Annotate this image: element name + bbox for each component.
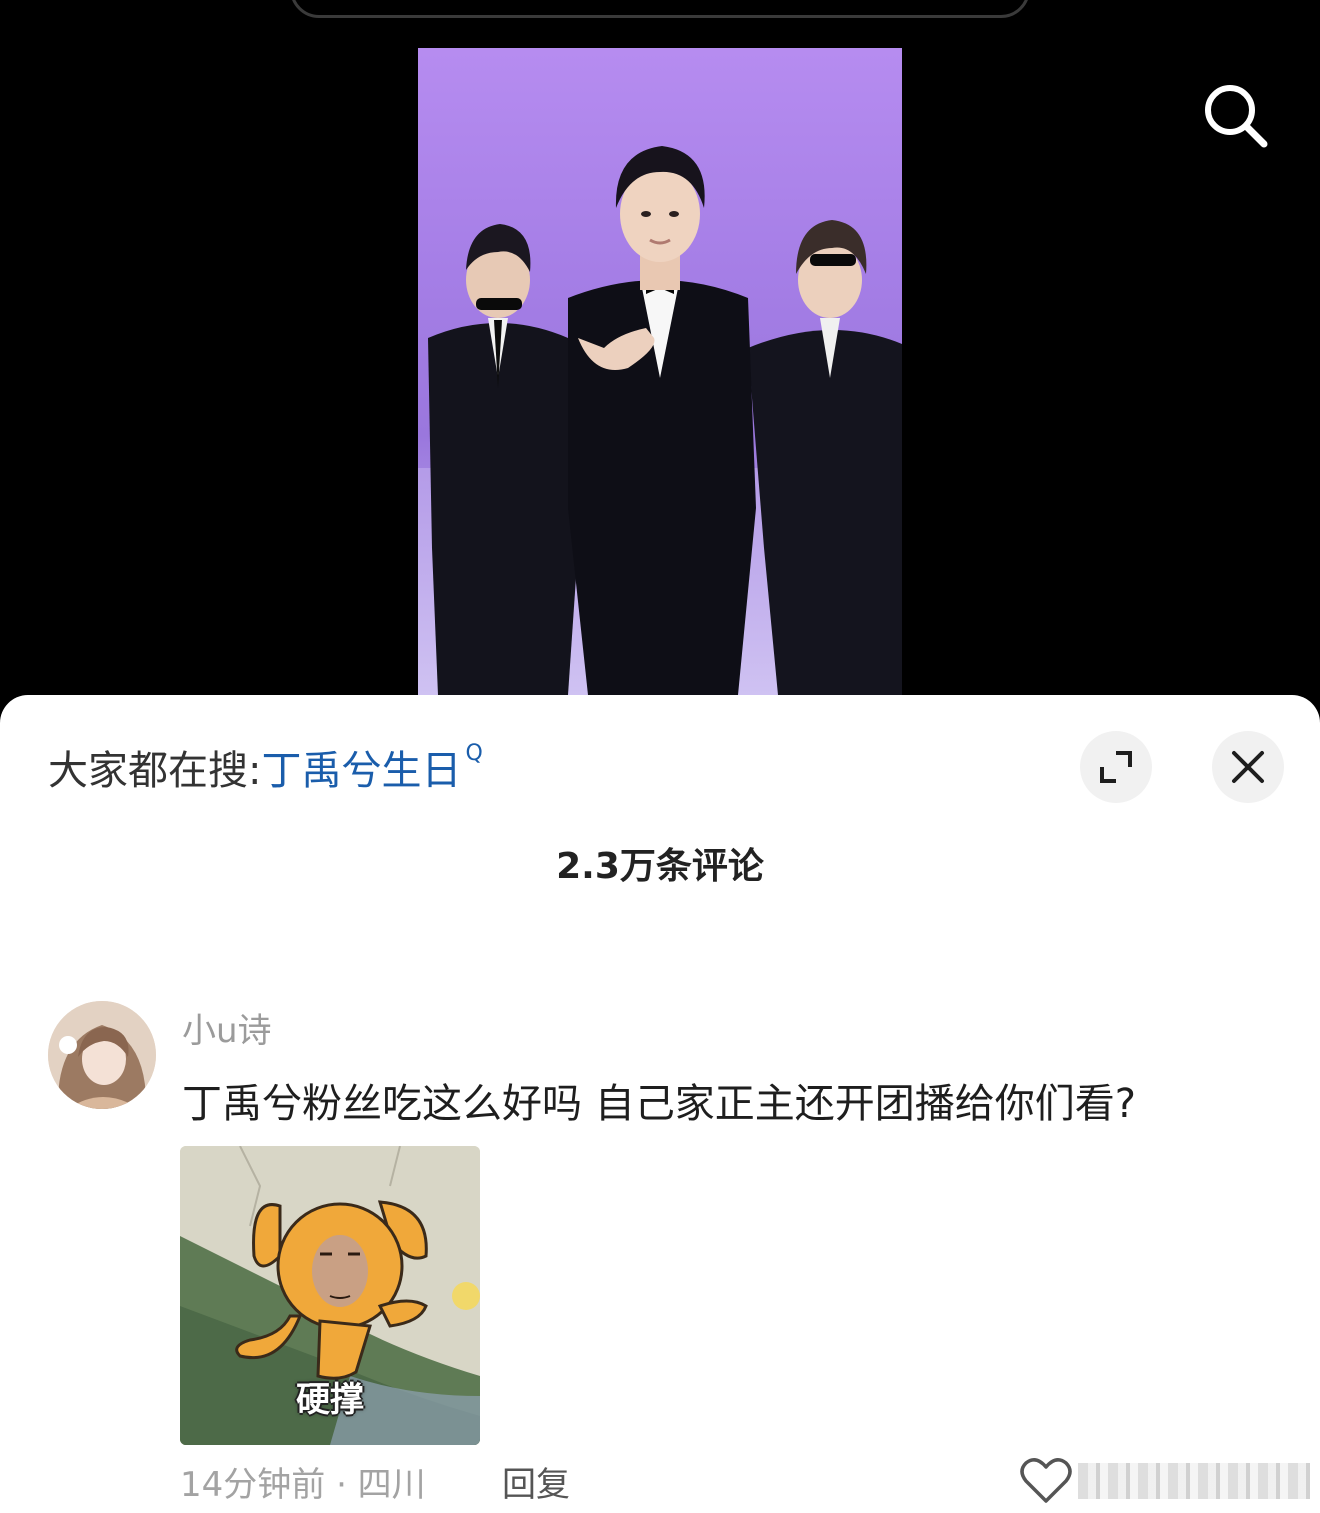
video-frame-illustration: [418, 146, 902, 695]
video-player[interactable]: [418, 48, 902, 695]
performer-center: [568, 146, 756, 695]
search-icon: [1205, 85, 1268, 148]
hot-search-banner[interactable]: 大家都在搜: 丁禹兮生日 Q: [48, 739, 483, 795]
reply-button[interactable]: 回复: [502, 1457, 570, 1506]
like-button[interactable]: [1020, 1457, 1072, 1505]
search-button[interactable]: [1196, 78, 1276, 150]
avatar[interactable]: [48, 1001, 156, 1109]
comment-time-location: 14分钟前 · 四川: [180, 1465, 426, 1505]
close-icon: [1232, 751, 1264, 783]
avatar-image: [48, 1001, 156, 1109]
heart-icon: [1020, 1458, 1072, 1503]
top-capsule-bar: [290, 0, 1030, 18]
expand-button[interactable]: [1080, 731, 1152, 803]
hot-search-term[interactable]: 丁禹兮生日: [261, 738, 461, 796]
hot-search-prefix: 大家都在搜:: [48, 748, 262, 794]
expand-icon: [1100, 751, 1132, 783]
performer-left: [428, 224, 578, 695]
comment-text: 丁禹兮粉丝吃这么好吗 自己家正主还开团播给你们看?: [182, 1081, 1136, 1127]
comment-count: 2.3万条评论: [556, 846, 764, 887]
hot-search-mark: Q: [465, 741, 483, 766]
comment-username[interactable]: 小u诗: [182, 1003, 272, 1052]
sticker-caption: 硬撑: [296, 1380, 364, 1420]
close-button[interactable]: [1212, 731, 1284, 803]
comment-sticker-image[interactable]: 硬撑: [180, 1146, 480, 1445]
comment-sheet: 大家都在搜: 丁禹兮生日 Q 2.3万条评论 小u诗 丁禹兮粉丝吃这么好吗 自己…: [0, 695, 1320, 1513]
blurred-watermark: [1078, 1463, 1310, 1499]
